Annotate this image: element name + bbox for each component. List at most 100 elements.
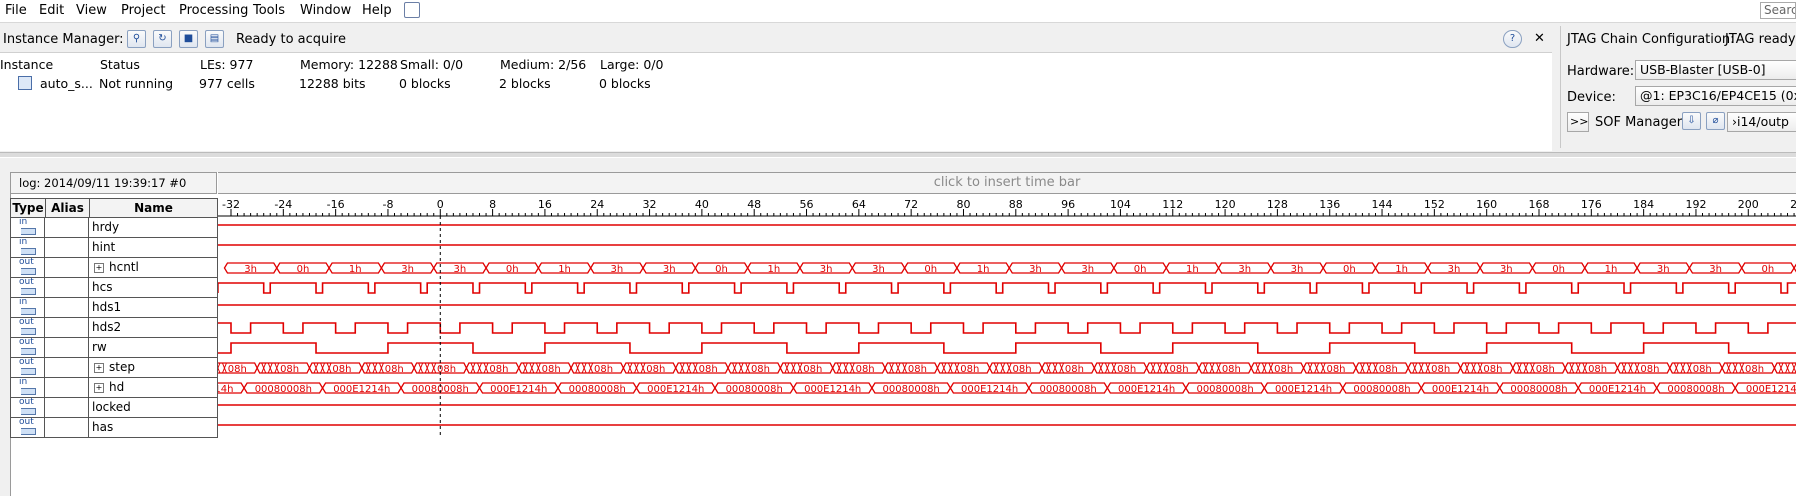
name-cell: hrdy [89,218,218,238]
table-row[interactable]: auto_s... Not running 977 cells 12288 bi… [0,73,1548,93]
wave-step-transition [1529,362,1535,374]
autorun-icon[interactable]: ⚲ [127,30,146,48]
menu-edit[interactable]: Edit [39,3,64,18]
signal-row-hrdy[interactable]: in hrdy [10,217,218,238]
output-pin-icon: out [17,337,39,356]
wave-step-transition [627,362,633,374]
wave-step-value: 08h [908,364,927,375]
wave-hcntl-value: 1h [977,264,990,275]
wave-step-transition [1425,362,1431,374]
wave-step-transition [1791,362,1796,374]
signal-row-locked[interactable]: out locked [10,397,218,418]
signal-row-rw[interactable]: out rw [10,337,218,358]
signal-row-hcs[interactable]: out hcs [10,277,218,298]
wave-step-transition [529,362,535,374]
row-medium: 2 blocks [499,76,551,91]
signal-name: hd [109,380,125,394]
wave-step-transition [274,362,280,374]
wave-hcntl-value: 3h [454,264,467,275]
wave-hcntl-value: 3h [1081,264,1094,275]
attach-file-icon[interactable]: ⌀ [1706,112,1725,130]
wave-step-transition [1046,362,1051,374]
wave-step-transition [1373,362,1378,374]
expand-bus-icon[interactable]: + [94,263,104,273]
wave-step-transition [1673,362,1679,374]
wave-hcntl-value: 3h [1029,264,1042,275]
menu-view[interactable]: View [76,3,107,18]
col-alias[interactable]: Alias [45,198,90,218]
search-input[interactable]: Search [1760,2,1796,19]
wave-step-transition [1686,362,1692,374]
menu-window[interactable]: Window [300,3,351,18]
menu-tools[interactable]: Tools [253,3,285,18]
name-cell: + hcntl [89,258,218,278]
alias-cell [45,218,89,238]
wave-step-transition [738,362,744,374]
instance-table: Instance Status LEs: 977 Memory: 12288 S… [0,52,1552,151]
menu-project[interactable]: Project [121,3,165,18]
type-cell: in [10,237,45,258]
wave-hcntl-value: 3h [1709,264,1722,275]
signal-name: hcs [92,280,113,294]
col-name[interactable]: Name [89,198,218,218]
close-icon[interactable]: ✕ [1534,31,1545,46]
alias-cell [45,258,89,278]
ruler-label: 88 [1009,198,1023,211]
help-icon[interactable]: ? [1503,30,1522,48]
menu-file[interactable]: File [5,3,27,18]
wave-step-transition [745,362,751,374]
alias-cell [45,358,89,378]
signal-row-hint[interactable]: in hint [10,237,218,258]
wave-step-transition [1582,362,1588,374]
expand-bus-icon[interactable]: + [94,363,104,373]
signal-row-hds1[interactable]: in hds1 [10,297,218,318]
wave-step-transition [365,362,371,374]
wave-hcntl-value: 1h [349,264,362,275]
ruler-label: 96 [1061,198,1075,211]
signal-name: hds2 [92,320,122,334]
menu-help[interactable]: Help [362,3,392,18]
signal-row-hds2[interactable]: out hds2 [10,317,218,338]
stop-icon[interactable]: ■ [179,30,198,48]
signal-row-hcntl[interactable]: out + hcntl [10,257,218,278]
wave-hd-value: 00080008h [255,384,312,395]
chat-icon[interactable] [404,2,420,18]
wave-step-transition [732,362,738,374]
signal-row-has[interactable]: out has [10,417,218,438]
expand-button[interactable]: >> [1567,112,1589,132]
waveform-canvas[interactable]: -32 -24 -16 -8 0 8 16 24 32 40 48 56 64 72 80 88 96 104 11… [218,198,1796,438]
menu-bar: File Edit View Project Processing Tools … [0,0,1796,23]
device-select[interactable]: @1: EP3C16/EP4CE15 (0x02 [1635,86,1796,106]
wave-hd-value: 00080008h [569,384,626,395]
wave-hd-value: 000E1214h [218,384,233,395]
wave-step-value: 08h [856,364,875,375]
run-analysis-icon[interactable]: ↻ [153,30,172,48]
wave-step-transition [221,362,227,374]
expand-bus-icon[interactable]: + [94,383,104,393]
wave-step-transition [1000,362,1006,374]
ruler-label: 56 [800,198,814,211]
program-device-icon[interactable]: ⇩ [1682,112,1701,130]
input-pin-icon: in [17,217,39,236]
wave-step-value: 08h [1170,364,1189,375]
wave-step-transition [1726,362,1732,374]
sof-path-field[interactable]: ›i14/outp [1727,112,1796,132]
instance-manager-toolbar: Instance Manager: ⚲ ↻ ■ ▤ Ready to acqui… [0,26,1548,50]
pane-splitter[interactable] [0,152,1796,158]
time-bar[interactable]: click to insert time bar [218,172,1796,194]
read-data-icon[interactable]: ▤ [205,30,224,48]
wave-step-transition [424,362,430,374]
signal-row-hd[interactable]: in + hd [10,377,218,398]
col-type[interactable]: Type [10,198,46,218]
alias-cell [45,298,89,318]
wave-hcntl-value: 3h [244,264,257,275]
signal-row-step[interactable]: out + step [10,357,218,378]
type-cell: out [10,277,45,298]
log-label: log: 2014/09/11 19:39:17 #0 [10,172,217,194]
hardware-select[interactable]: USB-Blaster [USB-0] [1635,60,1796,80]
col-memory: Memory: 12288 [300,57,398,72]
menu-processing[interactable]: Processing [179,3,248,18]
wave-hcntl-value: 3h [1448,264,1461,275]
hardware-label: Hardware: [1567,64,1635,79]
ruler-label: 64 [852,198,866,211]
